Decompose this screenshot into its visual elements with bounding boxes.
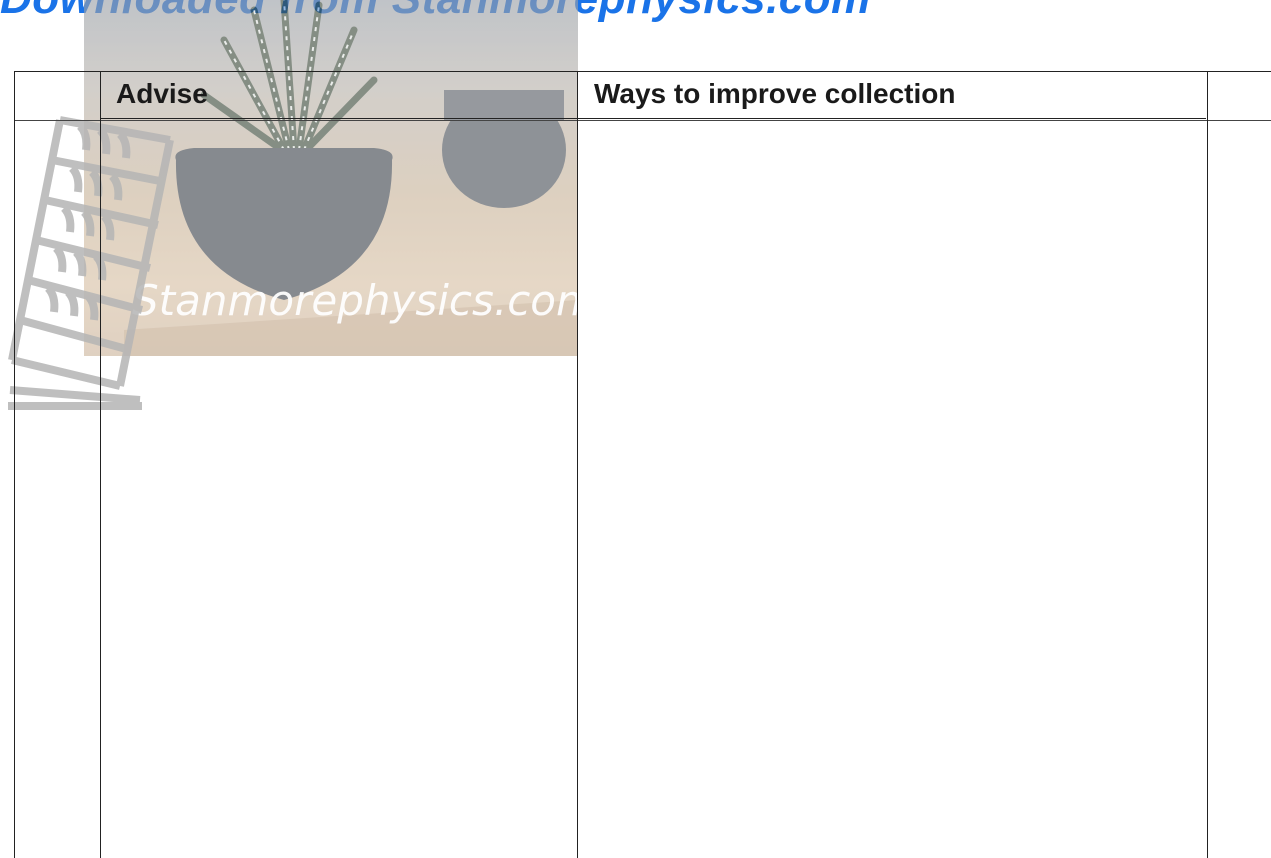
column-divider-3 (1207, 71, 1208, 858)
header-ways-to-improve: Ways to improve collection (594, 78, 956, 109)
leaning-tower-icon (8, 116, 174, 410)
column-divider-2 (577, 71, 578, 858)
table-top-border (14, 71, 1271, 72)
table-left-border (14, 71, 15, 858)
header-advise: Advise (116, 78, 208, 109)
header-bottom-border (100, 118, 1206, 119)
header-outer-rule (14, 120, 1271, 121)
watermark-text: Stanmorephysics.com (132, 276, 578, 325)
column-divider-1 (100, 71, 101, 858)
